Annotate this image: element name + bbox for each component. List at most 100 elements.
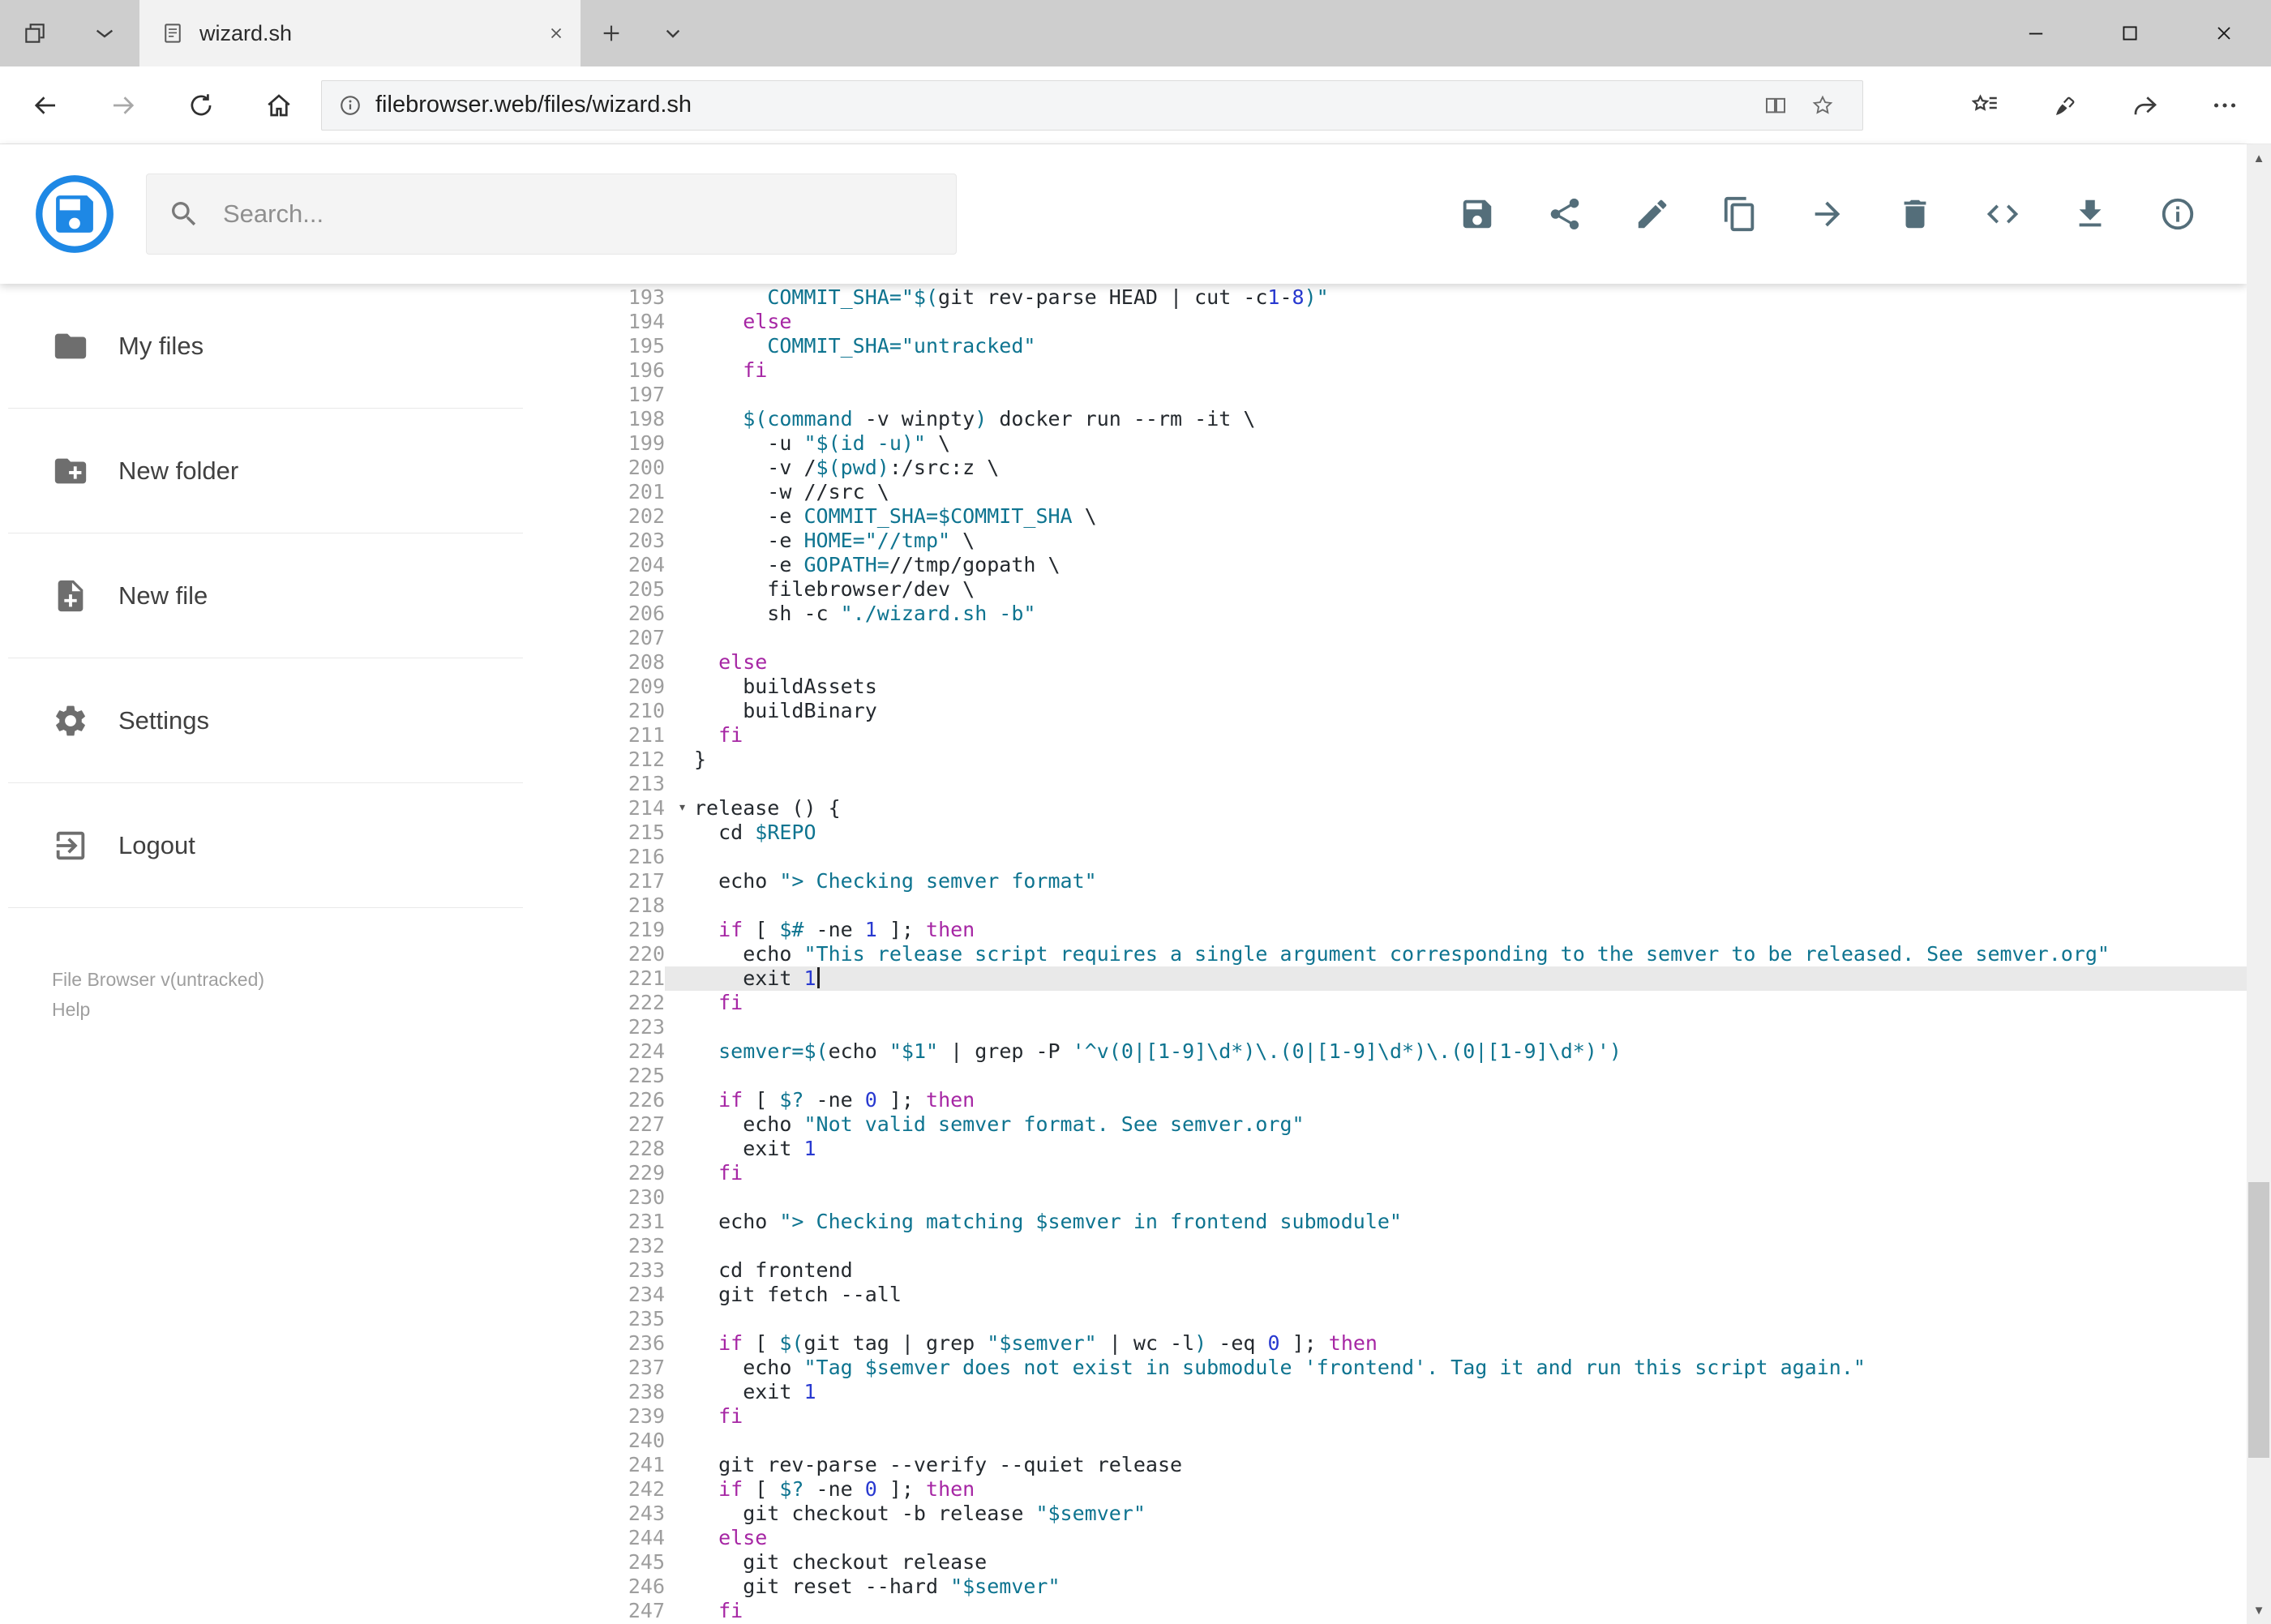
browser-tab[interactable]: wizard.sh — [139, 0, 581, 66]
line-number[interactable]: 234 — [568, 1283, 665, 1307]
code-line-text[interactable]: -e HOME="//tmp" \ — [665, 529, 2247, 553]
save-button[interactable] — [1459, 195, 1496, 233]
line-number[interactable]: 238 — [568, 1380, 665, 1404]
line-number[interactable]: 241 — [568, 1453, 665, 1477]
line-number[interactable]: 245 — [568, 1550, 665, 1575]
rename-button[interactable] — [1634, 195, 1671, 233]
code-line-text[interactable]: -v /$(pwd):/src:z \ — [665, 456, 2247, 480]
code-line-205[interactable]: 205 filebrowser/dev \ — [568, 577, 2247, 602]
code-line-195[interactable]: 195 COMMIT_SHA="untracked" — [568, 334, 2247, 358]
line-number[interactable]: 204 — [568, 553, 665, 577]
code-line-text[interactable]: git reset --hard "$semver" — [665, 1575, 2247, 1599]
search-input[interactable] — [221, 199, 946, 229]
code-line-text[interactable] — [665, 1015, 2247, 1039]
code-line-218[interactable]: 218 — [568, 893, 2247, 918]
code-line-239[interactable]: 239 fi — [568, 1404, 2247, 1429]
code-line-206[interactable]: 206 sh -c "./wizard.sh -b" — [568, 602, 2247, 626]
code-line-238[interactable]: 238 exit 1 — [568, 1380, 2247, 1404]
scrollbar-thumb[interactable] — [2248, 1182, 2269, 1458]
code-line-229[interactable]: 229 fi — [568, 1161, 2247, 1185]
line-number[interactable]: 244 — [568, 1526, 665, 1550]
code-editor[interactable]: 193 COMMIT_SHA="$(git rev-parse HEAD | c… — [568, 284, 2247, 1624]
code-line-text[interactable]: filebrowser/dev \ — [665, 577, 2247, 602]
page-scrollbar[interactable]: ▲ ▼ — [2247, 144, 2271, 1624]
sidebar-item-my-files[interactable]: My files — [8, 284, 523, 409]
code-line-text[interactable]: echo "> Checking matching $semver in fro… — [665, 1210, 2247, 1234]
sidebar-item-logout[interactable]: Logout — [8, 783, 523, 908]
line-number[interactable]: 219 — [568, 918, 665, 942]
line-number[interactable]: 236 — [568, 1331, 665, 1356]
code-line-text[interactable]: COMMIT_SHA="untracked" — [665, 334, 2247, 358]
line-number[interactable]: 212 — [568, 748, 665, 772]
line-number[interactable]: 203 — [568, 529, 665, 553]
help-link[interactable]: Help — [52, 995, 90, 1025]
code-line-208[interactable]: 208 else — [568, 650, 2247, 675]
code-line-237[interactable]: 237 echo "Tag $semver does not exist in … — [568, 1356, 2247, 1380]
line-number[interactable]: 216 — [568, 845, 665, 869]
code-line-246[interactable]: 246 git reset --hard "$semver" — [568, 1575, 2247, 1599]
code-line-220[interactable]: 220 echo "This release script requires a… — [568, 942, 2247, 966]
line-number[interactable]: 239 — [568, 1404, 665, 1429]
code-line-235[interactable]: 235 — [568, 1307, 2247, 1331]
line-number[interactable]: 247 — [568, 1599, 665, 1623]
code-line-222[interactable]: 222 fi — [568, 991, 2247, 1015]
code-line-227[interactable]: 227 echo "Not valid semver format. See s… — [568, 1112, 2247, 1137]
code-line-text[interactable]: buildBinary — [665, 699, 2247, 723]
line-number[interactable]: 200 — [568, 456, 665, 480]
tab-list-chevron-icon[interactable] — [642, 0, 704, 66]
code-line-197[interactable]: 197 — [568, 383, 2247, 407]
line-number[interactable]: 246 — [568, 1575, 665, 1599]
code-line-217[interactable]: 217 echo "> Checking semver format" — [568, 869, 2247, 893]
set-tabs-aside-icon[interactable] — [0, 0, 70, 66]
code-line-244[interactable]: 244 else — [568, 1526, 2247, 1550]
code-line-210[interactable]: 210 buildBinary — [568, 699, 2247, 723]
code-line-text[interactable]: -w //src \ — [665, 480, 2247, 504]
line-number[interactable]: 231 — [568, 1210, 665, 1234]
line-number[interactable]: 242 — [568, 1477, 665, 1502]
code-line-text[interactable]: fi — [665, 991, 2247, 1015]
code-line-196[interactable]: 196 fi — [568, 358, 2247, 383]
code-line-204[interactable]: 204 -e GOPATH=//tmp/gopath \ — [568, 553, 2247, 577]
line-number[interactable]: 197 — [568, 383, 665, 407]
window-close-button[interactable] — [2177, 0, 2271, 66]
tab-preview-chevron-icon[interactable] — [70, 0, 139, 66]
code-line-text[interactable]: exit 1 — [665, 966, 2247, 991]
code-line-text[interactable]: sh -c "./wizard.sh -b" — [665, 602, 2247, 626]
line-number[interactable]: 209 — [568, 675, 665, 699]
line-number[interactable]: 240 — [568, 1429, 665, 1453]
line-number[interactable]: 213 — [568, 772, 665, 796]
code-line-text[interactable]: release () { — [665, 796, 2247, 821]
code-line-215[interactable]: 215 cd $REPO — [568, 821, 2247, 845]
delete-button[interactable] — [1896, 195, 1934, 233]
code-line-193[interactable]: 193 COMMIT_SHA="$(git rev-parse HEAD | c… — [568, 285, 2247, 310]
code-line-225[interactable]: 225 — [568, 1064, 2247, 1088]
code-line-219[interactable]: 219 if [ $# -ne 1 ]; then — [568, 918, 2247, 942]
code-line-text[interactable]: git checkout release — [665, 1550, 2247, 1575]
code-line-240[interactable]: 240 — [568, 1429, 2247, 1453]
back-icon[interactable] — [6, 66, 84, 144]
code-line-text[interactable]: git fetch --all — [665, 1283, 2247, 1307]
line-number[interactable]: 229 — [568, 1161, 665, 1185]
code-line-230[interactable]: 230 — [568, 1185, 2247, 1210]
line-number[interactable]: 196 — [568, 358, 665, 383]
favorites-hub-icon[interactable] — [1947, 66, 2026, 144]
line-number[interactable]: 237 — [568, 1356, 665, 1380]
code-line-text[interactable]: exit 1 — [665, 1137, 2247, 1161]
code-line-text[interactable]: fi — [665, 1599, 2247, 1623]
line-number[interactable]: 232 — [568, 1234, 665, 1258]
code-line-221[interactable]: 221 exit 1 — [568, 966, 2247, 991]
code-line-242[interactable]: 242 if [ $? -ne 0 ]; then — [568, 1477, 2247, 1502]
tab-close-icon[interactable] — [546, 24, 566, 43]
code-line-text[interactable]: if [ $(git tag | grep "$semver" | wc -l)… — [665, 1331, 2247, 1356]
code-line-203[interactable]: 203 -e HOME="//tmp" \ — [568, 529, 2247, 553]
code-line-text[interactable] — [665, 1234, 2247, 1258]
code-line-211[interactable]: 211 fi — [568, 723, 2247, 748]
code-line-text[interactable]: fi — [665, 1161, 2247, 1185]
window-minimize-button[interactable] — [1989, 0, 2083, 66]
code-line-text[interactable]: echo "Tag $semver does not exist in subm… — [665, 1356, 2247, 1380]
code-line-text[interactable]: fi — [665, 1404, 2247, 1429]
code-line-text[interactable]: else — [665, 650, 2247, 675]
code-line-236[interactable]: 236 if [ $(git tag | grep "$semver" | wc… — [568, 1331, 2247, 1356]
code-line-224[interactable]: 224 semver=$(echo "$1" | grep -P '^v(0|[… — [568, 1039, 2247, 1064]
line-number[interactable]: 221 — [568, 966, 665, 991]
